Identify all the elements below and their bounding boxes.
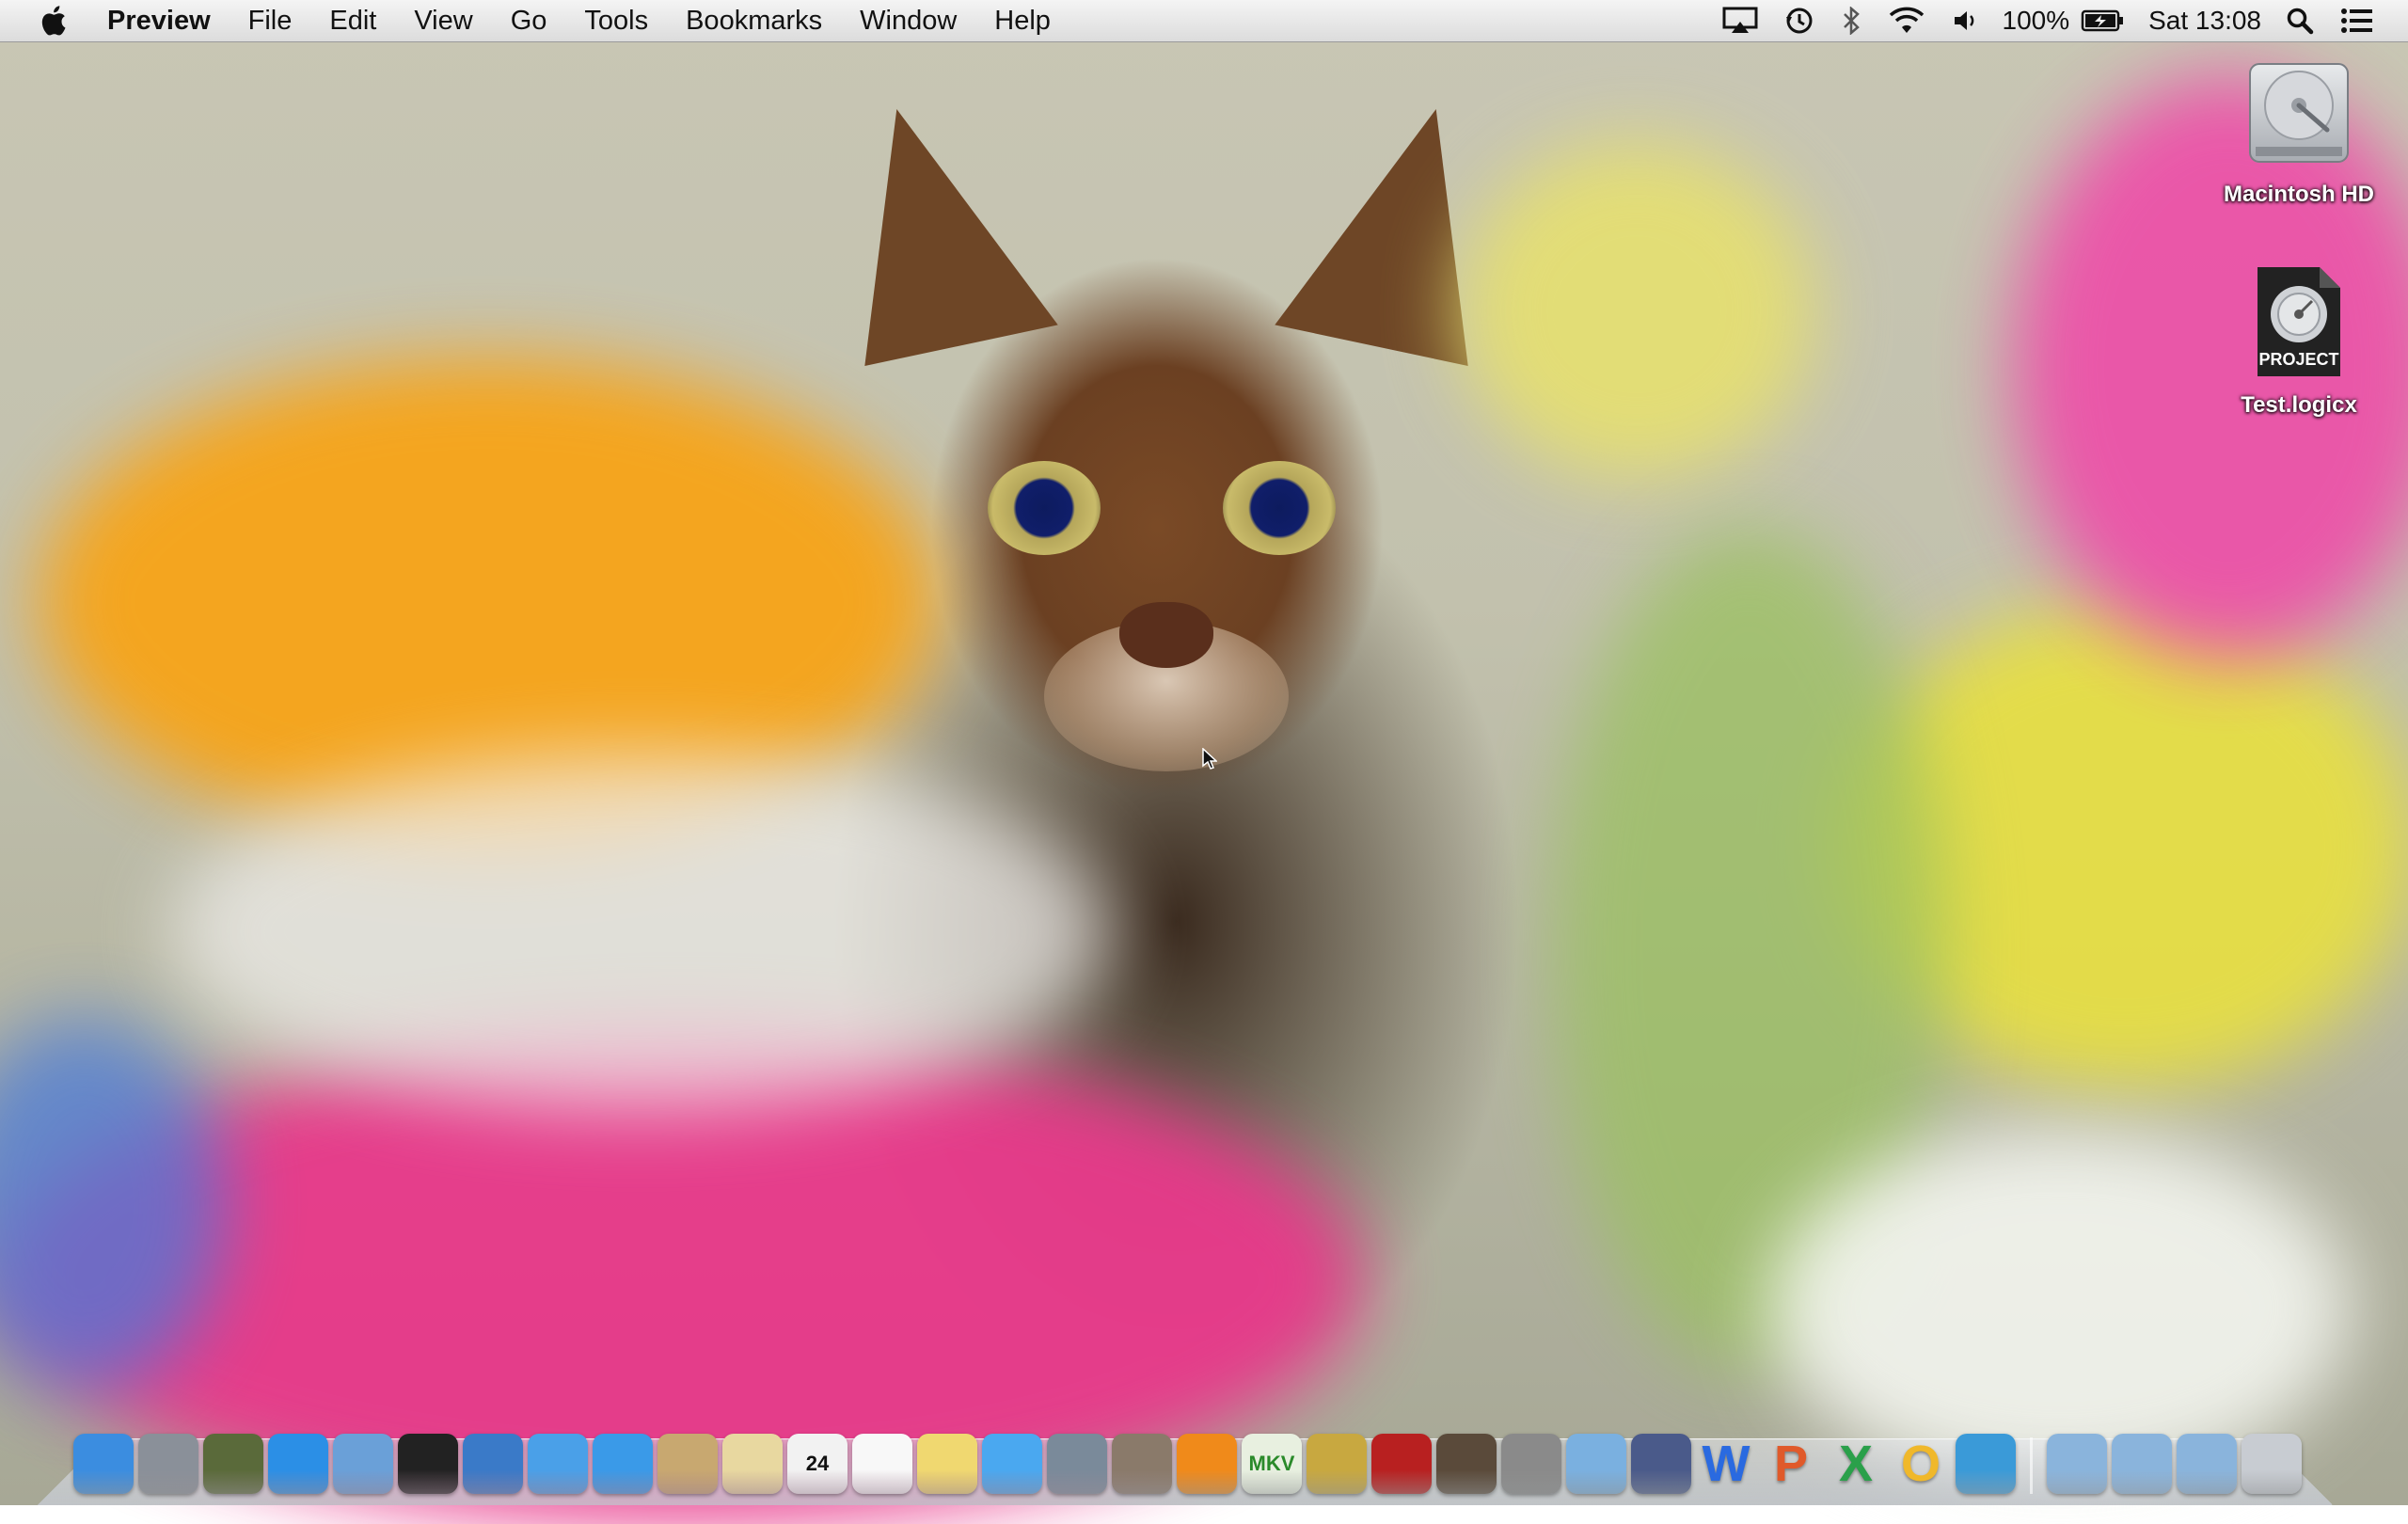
mail-icon[interactable] bbox=[333, 1434, 393, 1494]
menu-bookmarks[interactable]: Bookmarks bbox=[667, 0, 841, 41]
cat-ear-left bbox=[814, 86, 1058, 366]
facetime-camera-icon[interactable] bbox=[398, 1434, 458, 1494]
yellow-bud-blur bbox=[1458, 141, 1815, 480]
dock-icon-text: P bbox=[1773, 1436, 1809, 1492]
itunes-icon[interactable] bbox=[593, 1434, 653, 1494]
dock: 24 MKV W P X O bbox=[73, 1426, 2302, 1494]
excel-icon[interactable]: X bbox=[1826, 1434, 1886, 1494]
powerpoint-icon[interactable]: P bbox=[1761, 1434, 1821, 1494]
calendar-icon[interactable]: 24 bbox=[787, 1434, 848, 1494]
menu-edit[interactable]: Edit bbox=[310, 0, 395, 41]
menu-app-name[interactable]: Preview bbox=[98, 0, 230, 41]
desktop-icon-test-logicx[interactable]: PROJECT Test.logicx bbox=[2205, 263, 2393, 419]
hard-drive-icon bbox=[2205, 56, 2393, 174]
dock-icon-text: W bbox=[1702, 1436, 1751, 1492]
image-capture-icon[interactable] bbox=[1436, 1434, 1497, 1494]
dock-separator bbox=[2030, 1437, 2033, 1494]
dock-icon-text: X bbox=[1838, 1436, 1874, 1492]
cat-nose bbox=[1119, 602, 1213, 668]
word-icon[interactable]: W bbox=[1696, 1434, 1756, 1494]
menu-help[interactable]: Help bbox=[975, 0, 1069, 41]
contacts-icon[interactable] bbox=[657, 1434, 718, 1494]
dock-icon-text: 24 bbox=[805, 1452, 830, 1475]
bluetooth-icon[interactable] bbox=[1828, 0, 1875, 41]
spotlight-icon[interactable] bbox=[2273, 0, 2327, 41]
cat-eye-right bbox=[1223, 461, 1336, 555]
menu-tools[interactable]: Tools bbox=[565, 0, 667, 41]
downloads-folder-icon[interactable] bbox=[2177, 1434, 2237, 1494]
launchpad-icon[interactable] bbox=[138, 1434, 198, 1494]
dock-icon-text: MKV bbox=[1248, 1452, 1295, 1475]
network-globe-icon[interactable] bbox=[463, 1434, 523, 1494]
mouse-cursor bbox=[1202, 747, 1218, 775]
facetime-icon[interactable] bbox=[1047, 1434, 1107, 1494]
documents-folder-icon[interactable] bbox=[2112, 1434, 2172, 1494]
pineapple-icon[interactable] bbox=[1307, 1434, 1367, 1494]
trash-icon[interactable] bbox=[2242, 1434, 2302, 1494]
system-preferences-icon[interactable] bbox=[1501, 1434, 1561, 1494]
messages-icon[interactable] bbox=[982, 1434, 1042, 1494]
notes-icon[interactable] bbox=[917, 1434, 977, 1494]
menu-go[interactable]: Go bbox=[492, 0, 566, 41]
desktop-icon-macintosh-hd[interactable]: Macintosh HD bbox=[2205, 56, 2393, 208]
project-badge-text: PROJECT bbox=[2258, 350, 2339, 369]
menu-file[interactable]: File bbox=[230, 0, 311, 41]
battery-icon[interactable] bbox=[2081, 0, 2137, 41]
vlc-icon[interactable] bbox=[1177, 1434, 1237, 1494]
volume-icon[interactable] bbox=[1939, 0, 1991, 41]
notification-center-icon[interactable] bbox=[2327, 0, 2387, 41]
desktop-icon-label: Test.logicx bbox=[2241, 392, 2357, 418]
photos-icon[interactable] bbox=[1112, 1434, 1172, 1494]
applications-folder-icon[interactable] bbox=[2047, 1434, 2107, 1494]
finder-icon[interactable] bbox=[73, 1434, 134, 1494]
time-machine-icon[interactable] bbox=[1771, 0, 1828, 41]
network-utility-icon[interactable] bbox=[1956, 1434, 2016, 1494]
apple-menu-icon[interactable] bbox=[34, 2, 71, 40]
menu-bar: Preview File Edit View Go Tools Bookmark… bbox=[0, 0, 2408, 42]
menu-view[interactable]: View bbox=[395, 0, 491, 41]
preview-icon[interactable] bbox=[1566, 1434, 1626, 1494]
mission-control-icon[interactable] bbox=[203, 1434, 263, 1494]
outlook-icon[interactable]: O bbox=[1891, 1434, 1951, 1494]
white-babys-breath-blur bbox=[169, 753, 1110, 1110]
photo-booth-icon[interactable] bbox=[1371, 1434, 1432, 1494]
wifi-icon[interactable] bbox=[1875, 0, 1939, 41]
desktop-icon-label: Macintosh HD bbox=[2223, 182, 2374, 207]
menubar-clock[interactable]: Sat 13:08 bbox=[2137, 0, 2273, 41]
safari-icon[interactable] bbox=[528, 1434, 588, 1494]
airplay-icon[interactable] bbox=[1709, 0, 1771, 41]
script-editor-icon[interactable] bbox=[1631, 1434, 1691, 1494]
dock-icon-text: O bbox=[1900, 1436, 1941, 1492]
battery-percent: 100% bbox=[2002, 6, 2070, 35]
reminders-icon[interactable] bbox=[852, 1434, 912, 1494]
solitaire-icon[interactable] bbox=[722, 1434, 783, 1494]
mkv-icon[interactable]: MKV bbox=[1242, 1434, 1302, 1494]
app-store-icon[interactable] bbox=[268, 1434, 328, 1494]
menu-window[interactable]: Window bbox=[841, 0, 975, 41]
cat-eye-left bbox=[988, 461, 1101, 555]
